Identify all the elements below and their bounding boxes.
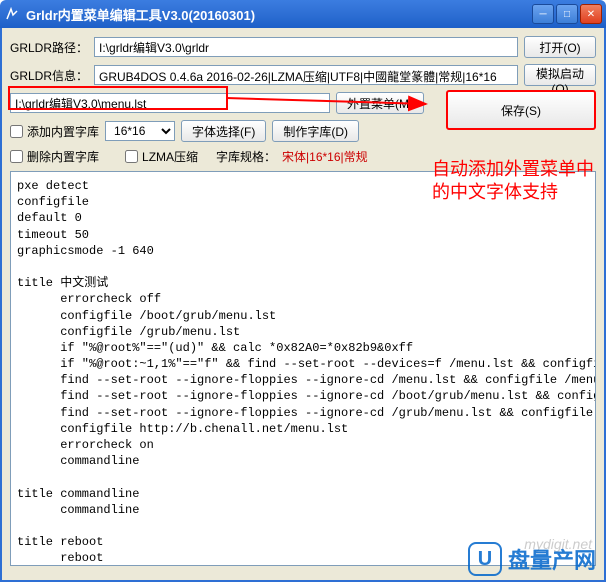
- watermark-logo-icon: U: [468, 542, 502, 576]
- watermark: U 盘量产网: [468, 542, 596, 576]
- path-label: GRLDR路径：: [10, 39, 88, 56]
- external-menu-button[interactable]: 外置菜单(M): [336, 92, 424, 114]
- info-label: GRLDR信息：: [10, 67, 88, 84]
- menu-editor[interactable]: [10, 171, 596, 566]
- lzma-checkbox[interactable]: LZMA压缩: [125, 148, 198, 165]
- lzma-label: LZMA压缩: [142, 148, 198, 165]
- menu-path-input[interactable]: [10, 93, 330, 113]
- save-button[interactable]: 保存(S): [446, 90, 596, 130]
- window-title: Grldr内置菜单编辑工具V3.0(20160301): [26, 5, 532, 24]
- make-font-button[interactable]: 制作字库(D): [272, 120, 359, 142]
- grldr-info-box: GRUB4DOS 0.4.6a 2016-02-26|LZMA压缩|UTF8|中…: [94, 65, 518, 85]
- app-icon: [4, 6, 20, 22]
- open-button[interactable]: 打开(O): [524, 36, 596, 58]
- font-select-button[interactable]: 字体选择(F): [181, 120, 266, 142]
- delete-builtin-label: 删除内置字库: [27, 148, 99, 165]
- delete-builtin-font-checkbox[interactable]: 删除内置字库: [10, 148, 99, 165]
- add-builtin-font-checkbox[interactable]: 添加内置字库: [10, 123, 99, 140]
- window-body: GRLDR路径： 打开(O) GRLDR信息： GRUB4DOS 0.4.6a …: [0, 28, 606, 582]
- close-button[interactable]: ✕: [580, 4, 602, 24]
- maximize-button[interactable]: □: [556, 4, 578, 24]
- titlebar-buttons: ─ □ ✕: [532, 4, 602, 24]
- grldr-path-input[interactable]: [94, 37, 518, 57]
- watermark-text: 盘量产网: [508, 543, 596, 575]
- font-size-select[interactable]: 16*16: [105, 121, 175, 141]
- add-builtin-label: 添加内置字库: [27, 123, 99, 140]
- annotation-text: 自动添加外置菜单中 的中文字体支持: [432, 158, 594, 205]
- fontspec-label: 字库规格：: [216, 148, 276, 165]
- fontspec-value: 宋体|16*16|常规: [282, 148, 368, 165]
- minimize-button[interactable]: ─: [532, 4, 554, 24]
- simulate-button[interactable]: 模拟启动(Q): [524, 64, 596, 86]
- titlebar: Grldr内置菜单编辑工具V3.0(20160301) ─ □ ✕: [0, 0, 606, 28]
